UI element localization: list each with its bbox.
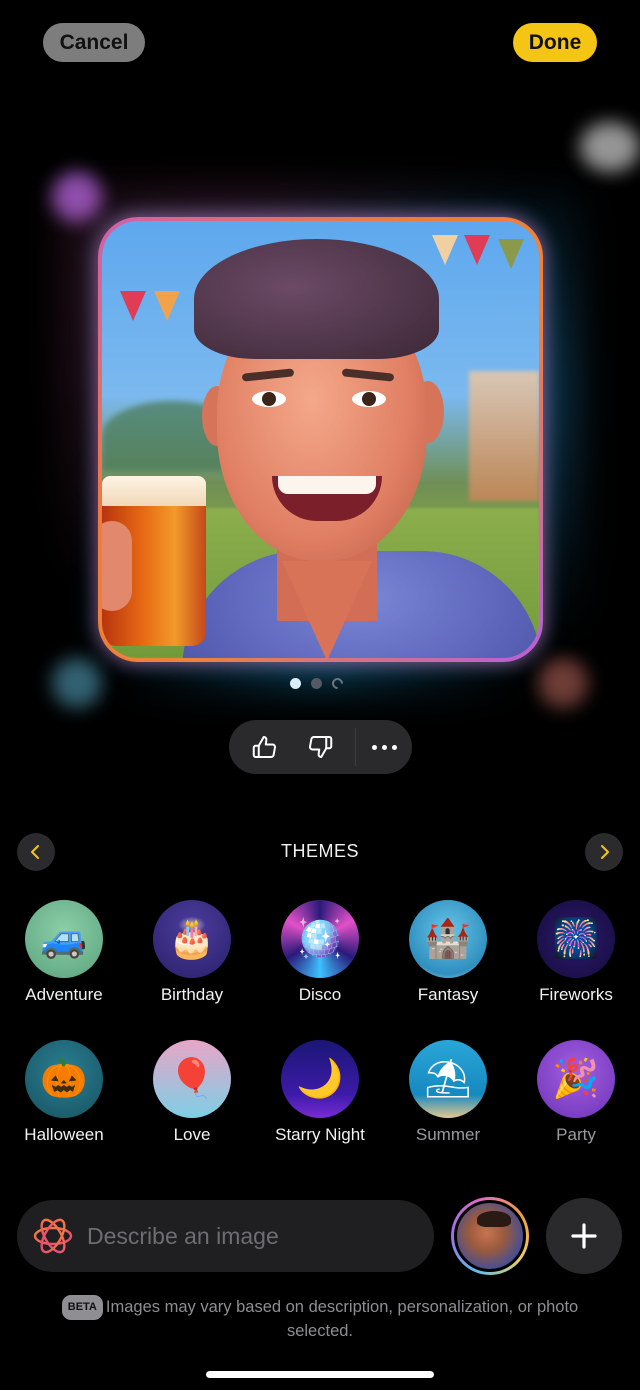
beach-umbrella-icon: ⛱ [423, 1058, 473, 1100]
theme-party[interactable]: 🎉 Party [521, 1040, 631, 1145]
theme-love[interactable]: 🎈 Love [137, 1040, 247, 1145]
party-thumbnail: 🎉 [537, 1040, 615, 1118]
theme-disco[interactable]: 🪩 Disco [265, 900, 375, 1005]
theme-starry-night[interactable]: 🌙 Starry Night [265, 1040, 375, 1145]
plus-icon [571, 1223, 597, 1249]
cake-icon: 🎂 [168, 918, 216, 960]
disclaimer: BETA Images may vary based on description… [40, 1295, 600, 1343]
castle-icon: 🏰 [424, 918, 472, 960]
home-indicator[interactable] [206, 1371, 434, 1378]
image-playground-icon [33, 1218, 73, 1254]
chevron-right-icon [601, 845, 609, 859]
generated-image-frame[interactable] [98, 217, 543, 662]
theme-label: Love [173, 1125, 211, 1144]
generated-image [102, 221, 539, 658]
theme-label: Adventure [25, 985, 103, 1004]
describe-image-placeholder: Describe an image [87, 1222, 279, 1249]
theme-label: Disco [298, 985, 342, 1004]
fireworks-thumbnail: 🎆 [537, 900, 615, 978]
decorative-orb [580, 122, 640, 172]
adventure-thumbnail: 🚙 [25, 900, 103, 978]
describe-image-input[interactable]: Describe an image [17, 1200, 434, 1272]
page-indicator[interactable] [290, 675, 346, 692]
fantasy-thumbnail: 🏰 [409, 900, 487, 978]
feedback-bar [229, 720, 412, 774]
themes-next-button[interactable] [585, 833, 623, 871]
avatar [454, 1200, 526, 1272]
themes-header: THEMES [0, 833, 640, 871]
theme-label: Halloween [24, 1125, 104, 1144]
thumbs-down-button[interactable] [292, 720, 347, 774]
love-thumbnail: 🎈 [153, 1040, 231, 1118]
add-button[interactable] [546, 1198, 622, 1274]
more-icon [371, 744, 377, 750]
loading-spinner-icon [329, 675, 346, 692]
disco-ball-icon: 🪩 [296, 918, 344, 960]
page-dot-active[interactable] [290, 678, 301, 689]
more-button[interactable] [356, 720, 412, 774]
thumbs-down-icon [308, 736, 332, 758]
fireworks-icon: 🎆 [552, 918, 600, 960]
halloween-thumbnail: 🎃 [25, 1040, 103, 1118]
cancel-button[interactable]: Cancel [43, 23, 145, 62]
theme-fantasy[interactable]: 🏰 Fantasy [393, 900, 503, 1005]
party-popper-icon: 🎉 [552, 1058, 600, 1100]
beta-badge: BETA [61, 1295, 103, 1320]
theme-label: Fantasy [417, 985, 479, 1004]
heart-balloon-icon: 🎈 [168, 1058, 216, 1100]
theme-label: Fireworks [539, 985, 613, 1004]
page-dot[interactable] [311, 678, 322, 689]
disco-thumbnail: 🪩 [281, 900, 359, 978]
done-button[interactable]: Done [513, 23, 597, 62]
starry-night-thumbnail: 🌙 [281, 1040, 359, 1118]
theme-label: Party [556, 1125, 596, 1144]
jeep-icon: 🚙 [40, 918, 88, 960]
birthday-thumbnail: 🎂 [153, 900, 231, 978]
theme-label: Summer [415, 1125, 481, 1144]
theme-summer[interactable]: ⛱ Summer [393, 1040, 503, 1145]
thumbs-up-button[interactable] [237, 720, 292, 774]
theme-adventure[interactable]: 🚙 Adventure [9, 900, 119, 1005]
disclaimer-text: Images may vary based on description, pe… [105, 1298, 579, 1340]
theme-halloween[interactable]: 🎃 Halloween [9, 1040, 119, 1145]
thumbs-up-icon [252, 736, 276, 758]
theme-label: Birthday [160, 985, 224, 1004]
moon-icon: 🌙 [296, 1058, 344, 1100]
pumpkin-icon: 🎃 [40, 1058, 88, 1100]
theme-fireworks[interactable]: 🎆 Fireworks [521, 900, 631, 1005]
theme-label: Starry Night [275, 1125, 365, 1144]
themes-title: THEMES [280, 841, 359, 861]
summer-thumbnail: ⛱ [409, 1040, 487, 1118]
theme-birthday[interactable]: 🎂 Birthday [137, 900, 247, 1005]
persona-photo-button[interactable] [451, 1197, 529, 1275]
